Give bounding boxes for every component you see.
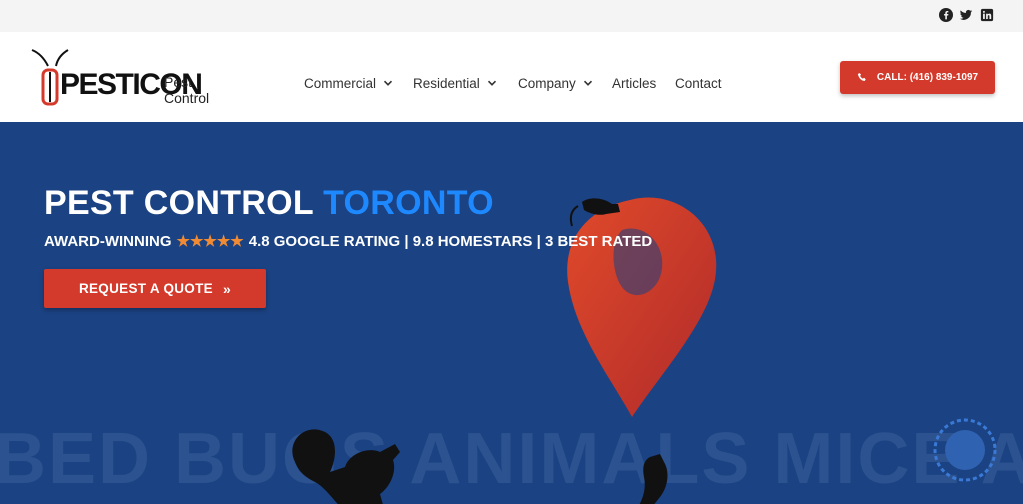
chevron-down-icon <box>487 80 496 86</box>
hero-title-main: PEST CONTROL <box>44 184 314 222</box>
rating-summary-text: 4.8 GOOGLE RATING | 9.8 HOMESTARS | 3 BE… <box>248 232 653 250</box>
logo-pest-text: Pest <box>164 74 193 90</box>
top-bar <box>0 0 1023 32</box>
nav-label: Contact <box>675 75 722 91</box>
mouse-silhouette <box>639 454 668 504</box>
hero-subtitle: AWARD-WINNING ★★★★★ 4.8 GOOGLE RATING | … <box>44 232 653 251</box>
linkedin-icon[interactable] <box>980 8 994 22</box>
nav-item-residential[interactable]: Residential <box>413 73 497 93</box>
request-quote-label: REQUEST A QUOTE <box>78 281 213 296</box>
hero-background-words: BED BUGS ANIMALS MICE ANTS <box>0 419 1023 499</box>
twitter-icon[interactable] <box>959 8 973 22</box>
nav-label: Company <box>518 75 576 91</box>
hero-section: BED BUGS ANIMALS MICE ANTS PEST CONTROL … <box>0 122 1023 504</box>
award-badge <box>933 418 997 482</box>
call-button[interactable]: CALL: (416) 839-1097 <box>840 61 995 94</box>
nav-label: Articles <box>612 75 657 91</box>
squirrel-silhouette <box>292 429 400 504</box>
nav-item-company[interactable]: Company <box>518 73 593 93</box>
hero-title: PEST CONTROL TORONTO <box>44 184 494 223</box>
logo-control-text: Control <box>164 90 210 106</box>
request-quote-button[interactable]: REQUEST A QUOTE » <box>44 269 266 308</box>
double-chevron-right-icon: » <box>222 280 232 297</box>
nav-item-articles[interactable]: Articles <box>612 73 656 93</box>
award-winning-text: AWARD-WINNING <box>44 232 172 250</box>
nav-label: Residential <box>413 75 480 91</box>
site-header: PESTICON Pest Control Commercial Residen… <box>0 32 1023 122</box>
phone-icon <box>857 73 866 81</box>
facebook-icon[interactable] <box>939 8 953 22</box>
nav-label: Commercial <box>304 75 377 91</box>
call-button-label: CALL: (416) 839-1097 <box>876 72 979 83</box>
chevron-down-icon <box>383 80 393 86</box>
hero-title-accent: TORONTO <box>323 184 494 222</box>
nav-item-contact[interactable]: Contact <box>675 73 722 93</box>
rating-stars-icon: ★★★★★ <box>176 233 244 250</box>
location-pin-illustration <box>567 197 717 417</box>
nav-item-commercial[interactable]: Commercial <box>304 73 393 93</box>
chevron-down-icon <box>583 80 592 86</box>
pesticon-logo[interactable]: PESTICON Pest Control <box>28 48 228 110</box>
